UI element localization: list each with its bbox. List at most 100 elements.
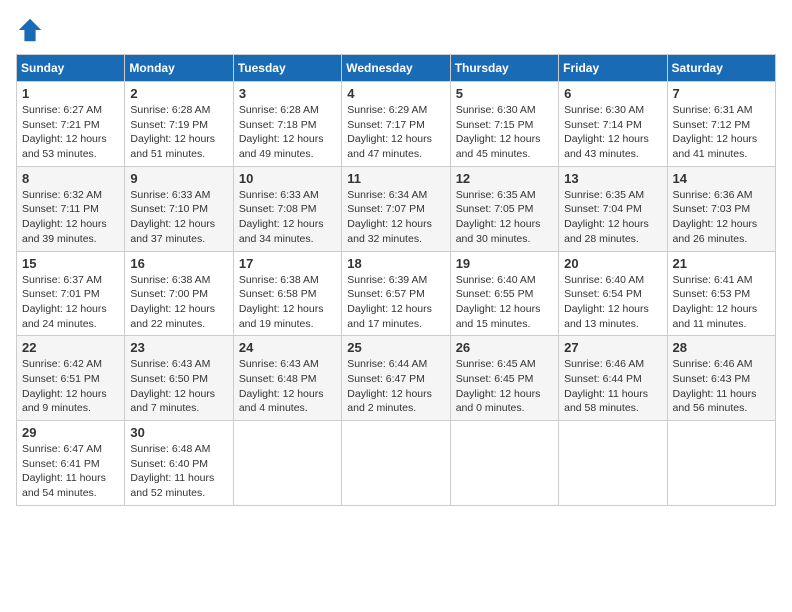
day-number: 29 bbox=[22, 425, 119, 440]
calendar-week-row: 8 Sunrise: 6:32 AM Sunset: 7:11 PM Dayli… bbox=[17, 166, 776, 251]
day-number: 18 bbox=[347, 256, 444, 271]
calendar-cell: 12 Sunrise: 6:35 AM Sunset: 7:05 PM Dayl… bbox=[450, 166, 558, 251]
calendar-cell: 19 Sunrise: 6:40 AM Sunset: 6:55 PM Dayl… bbox=[450, 251, 558, 336]
calendar-cell: 25 Sunrise: 6:44 AM Sunset: 6:47 PM Dayl… bbox=[342, 336, 450, 421]
calendar-cell: 3 Sunrise: 6:28 AM Sunset: 7:18 PM Dayli… bbox=[233, 82, 341, 167]
day-number: 16 bbox=[130, 256, 227, 271]
day-number: 24 bbox=[239, 340, 336, 355]
day-info: Sunrise: 6:28 AM Sunset: 7:19 PM Dayligh… bbox=[130, 103, 227, 162]
calendar-cell: 11 Sunrise: 6:34 AM Sunset: 7:07 PM Dayl… bbox=[342, 166, 450, 251]
calendar-cell bbox=[342, 421, 450, 506]
calendar-cell: 17 Sunrise: 6:38 AM Sunset: 6:58 PM Dayl… bbox=[233, 251, 341, 336]
day-info: Sunrise: 6:45 AM Sunset: 6:45 PM Dayligh… bbox=[456, 357, 553, 416]
day-info: Sunrise: 6:38 AM Sunset: 6:58 PM Dayligh… bbox=[239, 273, 336, 332]
header-tuesday: Tuesday bbox=[233, 55, 341, 82]
day-number: 21 bbox=[673, 256, 770, 271]
day-info: Sunrise: 6:29 AM Sunset: 7:17 PM Dayligh… bbox=[347, 103, 444, 162]
day-number: 15 bbox=[22, 256, 119, 271]
calendar-cell bbox=[559, 421, 667, 506]
day-info: Sunrise: 6:30 AM Sunset: 7:15 PM Dayligh… bbox=[456, 103, 553, 162]
header-thursday: Thursday bbox=[450, 55, 558, 82]
day-info: Sunrise: 6:41 AM Sunset: 6:53 PM Dayligh… bbox=[673, 273, 770, 332]
calendar-cell: 18 Sunrise: 6:39 AM Sunset: 6:57 PM Dayl… bbox=[342, 251, 450, 336]
calendar-week-row: 15 Sunrise: 6:37 AM Sunset: 7:01 PM Dayl… bbox=[17, 251, 776, 336]
calendar-cell: 9 Sunrise: 6:33 AM Sunset: 7:10 PM Dayli… bbox=[125, 166, 233, 251]
day-number: 3 bbox=[239, 86, 336, 101]
calendar-cell: 29 Sunrise: 6:47 AM Sunset: 6:41 PM Dayl… bbox=[17, 421, 125, 506]
day-number: 9 bbox=[130, 171, 227, 186]
calendar-week-row: 1 Sunrise: 6:27 AM Sunset: 7:21 PM Dayli… bbox=[17, 82, 776, 167]
day-info: Sunrise: 6:44 AM Sunset: 6:47 PM Dayligh… bbox=[347, 357, 444, 416]
day-info: Sunrise: 6:43 AM Sunset: 6:50 PM Dayligh… bbox=[130, 357, 227, 416]
day-info: Sunrise: 6:48 AM Sunset: 6:40 PM Dayligh… bbox=[130, 442, 227, 501]
calendar-cell: 7 Sunrise: 6:31 AM Sunset: 7:12 PM Dayli… bbox=[667, 82, 775, 167]
day-number: 10 bbox=[239, 171, 336, 186]
calendar-cell: 14 Sunrise: 6:36 AM Sunset: 7:03 PM Dayl… bbox=[667, 166, 775, 251]
calendar-cell: 24 Sunrise: 6:43 AM Sunset: 6:48 PM Dayl… bbox=[233, 336, 341, 421]
day-info: Sunrise: 6:39 AM Sunset: 6:57 PM Dayligh… bbox=[347, 273, 444, 332]
calendar-cell: 2 Sunrise: 6:28 AM Sunset: 7:19 PM Dayli… bbox=[125, 82, 233, 167]
day-number: 12 bbox=[456, 171, 553, 186]
header-saturday: Saturday bbox=[667, 55, 775, 82]
calendar-cell: 15 Sunrise: 6:37 AM Sunset: 7:01 PM Dayl… bbox=[17, 251, 125, 336]
calendar-table: SundayMondayTuesdayWednesdayThursdayFrid… bbox=[16, 54, 776, 506]
day-info: Sunrise: 6:46 AM Sunset: 6:43 PM Dayligh… bbox=[673, 357, 770, 416]
calendar-cell: 30 Sunrise: 6:48 AM Sunset: 6:40 PM Dayl… bbox=[125, 421, 233, 506]
calendar-week-row: 22 Sunrise: 6:42 AM Sunset: 6:51 PM Dayl… bbox=[17, 336, 776, 421]
calendar-cell bbox=[667, 421, 775, 506]
calendar-cell: 6 Sunrise: 6:30 AM Sunset: 7:14 PM Dayli… bbox=[559, 82, 667, 167]
header-monday: Monday bbox=[125, 55, 233, 82]
day-number: 5 bbox=[456, 86, 553, 101]
calendar-cell: 8 Sunrise: 6:32 AM Sunset: 7:11 PM Dayli… bbox=[17, 166, 125, 251]
header-sunday: Sunday bbox=[17, 55, 125, 82]
day-info: Sunrise: 6:31 AM Sunset: 7:12 PM Dayligh… bbox=[673, 103, 770, 162]
day-info: Sunrise: 6:40 AM Sunset: 6:55 PM Dayligh… bbox=[456, 273, 553, 332]
calendar-cell bbox=[233, 421, 341, 506]
day-number: 28 bbox=[673, 340, 770, 355]
calendar-week-row: 29 Sunrise: 6:47 AM Sunset: 6:41 PM Dayl… bbox=[17, 421, 776, 506]
day-info: Sunrise: 6:46 AM Sunset: 6:44 PM Dayligh… bbox=[564, 357, 661, 416]
day-number: 14 bbox=[673, 171, 770, 186]
day-number: 22 bbox=[22, 340, 119, 355]
calendar-cell: 10 Sunrise: 6:33 AM Sunset: 7:08 PM Dayl… bbox=[233, 166, 341, 251]
day-info: Sunrise: 6:35 AM Sunset: 7:05 PM Dayligh… bbox=[456, 188, 553, 247]
calendar-cell: 16 Sunrise: 6:38 AM Sunset: 7:00 PM Dayl… bbox=[125, 251, 233, 336]
day-info: Sunrise: 6:38 AM Sunset: 7:00 PM Dayligh… bbox=[130, 273, 227, 332]
day-info: Sunrise: 6:33 AM Sunset: 7:10 PM Dayligh… bbox=[130, 188, 227, 247]
calendar-header-row: SundayMondayTuesdayWednesdayThursdayFrid… bbox=[17, 55, 776, 82]
day-info: Sunrise: 6:36 AM Sunset: 7:03 PM Dayligh… bbox=[673, 188, 770, 247]
day-info: Sunrise: 6:30 AM Sunset: 7:14 PM Dayligh… bbox=[564, 103, 661, 162]
day-number: 6 bbox=[564, 86, 661, 101]
header-friday: Friday bbox=[559, 55, 667, 82]
day-number: 25 bbox=[347, 340, 444, 355]
day-number: 1 bbox=[22, 86, 119, 101]
day-info: Sunrise: 6:34 AM Sunset: 7:07 PM Dayligh… bbox=[347, 188, 444, 247]
day-info: Sunrise: 6:35 AM Sunset: 7:04 PM Dayligh… bbox=[564, 188, 661, 247]
day-number: 23 bbox=[130, 340, 227, 355]
calendar-cell: 26 Sunrise: 6:45 AM Sunset: 6:45 PM Dayl… bbox=[450, 336, 558, 421]
calendar-cell: 21 Sunrise: 6:41 AM Sunset: 6:53 PM Dayl… bbox=[667, 251, 775, 336]
calendar-cell: 23 Sunrise: 6:43 AM Sunset: 6:50 PM Dayl… bbox=[125, 336, 233, 421]
day-number: 11 bbox=[347, 171, 444, 186]
day-number: 8 bbox=[22, 171, 119, 186]
logo bbox=[16, 16, 48, 44]
day-info: Sunrise: 6:37 AM Sunset: 7:01 PM Dayligh… bbox=[22, 273, 119, 332]
day-number: 7 bbox=[673, 86, 770, 101]
calendar-cell: 28 Sunrise: 6:46 AM Sunset: 6:43 PM Dayl… bbox=[667, 336, 775, 421]
day-number: 27 bbox=[564, 340, 661, 355]
calendar-cell: 5 Sunrise: 6:30 AM Sunset: 7:15 PM Dayli… bbox=[450, 82, 558, 167]
day-info: Sunrise: 6:28 AM Sunset: 7:18 PM Dayligh… bbox=[239, 103, 336, 162]
calendar-cell: 4 Sunrise: 6:29 AM Sunset: 7:17 PM Dayli… bbox=[342, 82, 450, 167]
day-number: 2 bbox=[130, 86, 227, 101]
calendar-cell: 1 Sunrise: 6:27 AM Sunset: 7:21 PM Dayli… bbox=[17, 82, 125, 167]
day-number: 30 bbox=[130, 425, 227, 440]
day-number: 19 bbox=[456, 256, 553, 271]
calendar-cell: 22 Sunrise: 6:42 AM Sunset: 6:51 PM Dayl… bbox=[17, 336, 125, 421]
day-info: Sunrise: 6:27 AM Sunset: 7:21 PM Dayligh… bbox=[22, 103, 119, 162]
day-number: 4 bbox=[347, 86, 444, 101]
day-info: Sunrise: 6:32 AM Sunset: 7:11 PM Dayligh… bbox=[22, 188, 119, 247]
day-number: 20 bbox=[564, 256, 661, 271]
header-wednesday: Wednesday bbox=[342, 55, 450, 82]
calendar-cell bbox=[450, 421, 558, 506]
day-info: Sunrise: 6:33 AM Sunset: 7:08 PM Dayligh… bbox=[239, 188, 336, 247]
